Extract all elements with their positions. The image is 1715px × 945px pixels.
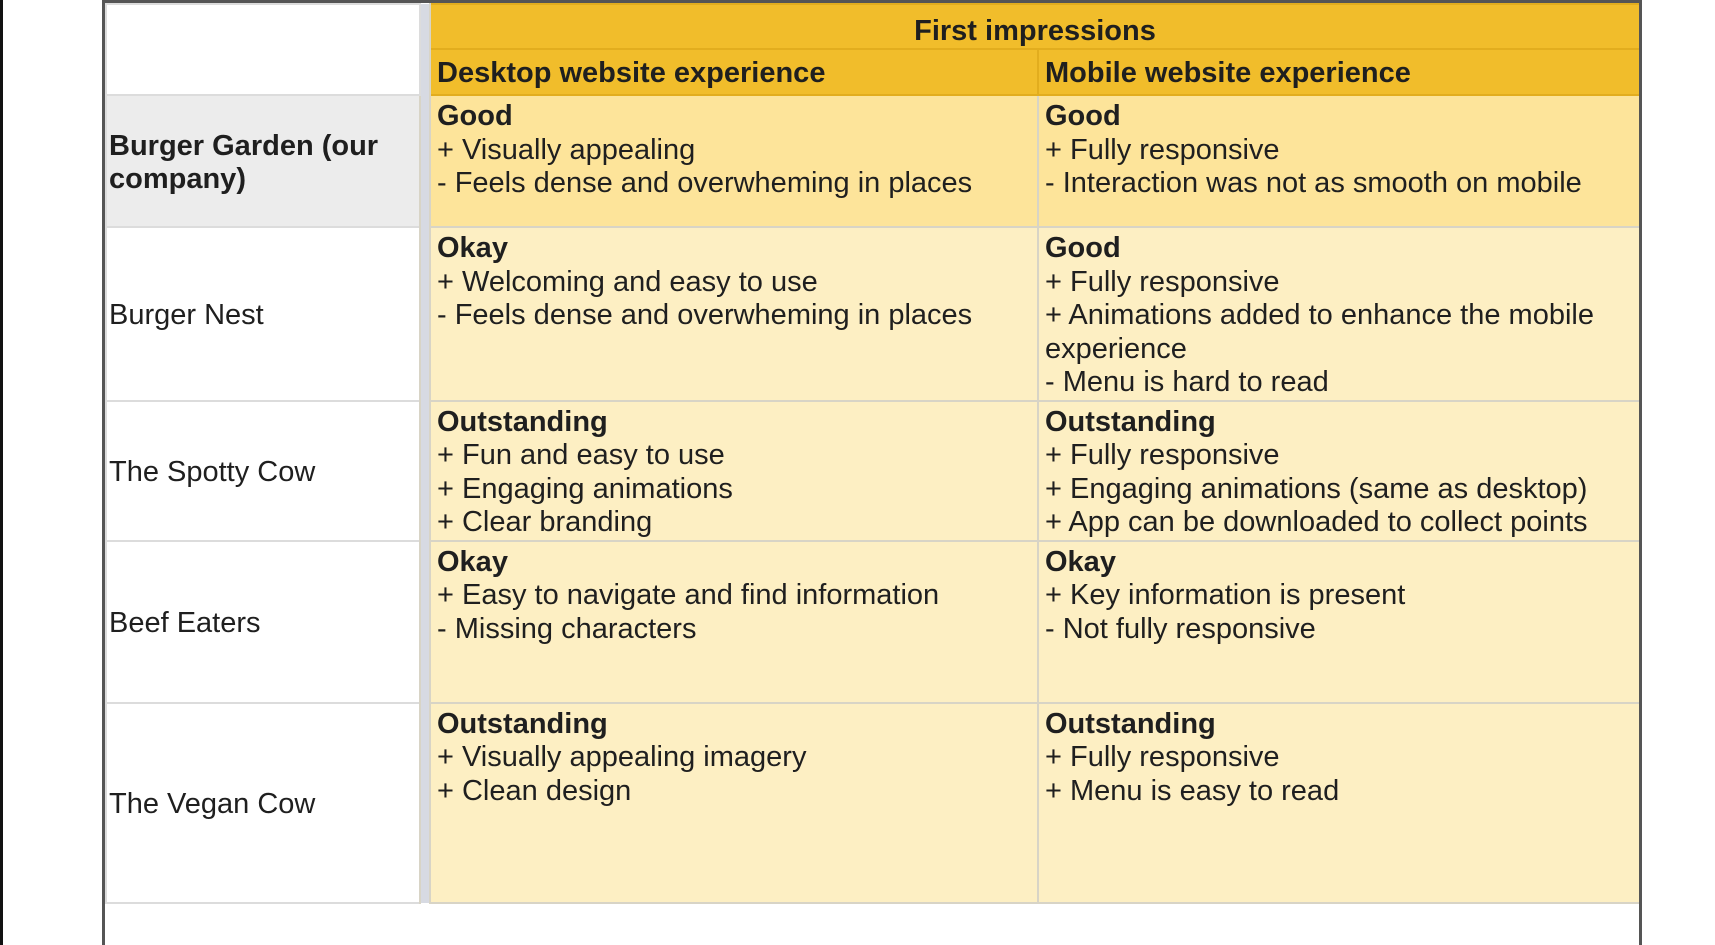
note-line: + Clear branding bbox=[437, 506, 653, 538]
mobile-cell: Outstanding + Fully responsive + Menu is… bbox=[1037, 701, 1639, 904]
note-line: + Menu is easy to read bbox=[1045, 774, 1340, 807]
frozen-column-divider[interactable] bbox=[419, 4, 431, 903]
note-line: - Feels dense and overwheming in places bbox=[437, 167, 973, 199]
note-line: - Not fully responsive bbox=[1045, 612, 1316, 645]
note-line: + Fully responsive bbox=[1045, 439, 1280, 471]
mobile-cell: Good + Fully responsive - Interaction wa… bbox=[1037, 94, 1639, 228]
rating-label: Okay bbox=[437, 545, 508, 578]
note-line: + Clean design bbox=[437, 774, 632, 807]
company-name-cell: The Spotty Cow bbox=[105, 399, 421, 542]
desktop-cell: Good + Visually appealing - Feels dense … bbox=[429, 94, 1039, 228]
table-row: The Vegan Cow Outstanding + Visually app… bbox=[105, 701, 1639, 904]
mobile-cell: Okay + Key information is present - Not … bbox=[1037, 539, 1639, 704]
note-line: - Menu is hard to read bbox=[1045, 366, 1329, 398]
note-line: + Key information is present bbox=[1045, 579, 1406, 611]
note-line: + App can be downloaded to collect point… bbox=[1045, 506, 1588, 538]
rating-label: Okay bbox=[1045, 545, 1116, 578]
note-line: + Welcoming and easy to use bbox=[437, 265, 818, 298]
note-line: - Interaction was not as smooth on mobil… bbox=[1045, 167, 1582, 199]
rating-label: Outstanding bbox=[1045, 405, 1216, 438]
rating-label: Outstanding bbox=[1045, 707, 1216, 740]
company-name-cell: Beef Eaters bbox=[105, 539, 421, 704]
header-row-top: First impressions bbox=[105, 3, 1639, 903]
mobile-column-header: Mobile website experience bbox=[1037, 48, 1639, 96]
table-row: Burger Nest Okay + Welcoming and easy to… bbox=[105, 226, 1639, 402]
note-line: + Engaging animations bbox=[437, 472, 733, 505]
rating-label: Good bbox=[437, 100, 513, 132]
table-row: The Spotty Cow Outstanding + Fun and eas… bbox=[105, 399, 1639, 542]
note-line: + Fully responsive bbox=[1045, 133, 1280, 166]
company-name-cell: The Vegan Cow bbox=[105, 701, 421, 904]
mobile-cell: Outstanding + Fully responsive + Engagin… bbox=[1037, 399, 1639, 542]
rating-label: Good bbox=[1045, 232, 1121, 264]
note-line: + Fully responsive bbox=[1045, 741, 1280, 773]
desktop-column-header: Desktop website experience bbox=[429, 48, 1039, 96]
mobile-cell: Good + Fully responsive + Animations add… bbox=[1037, 226, 1639, 402]
left-border bbox=[0, 0, 3, 945]
first-impressions-header: First impressions bbox=[429, 3, 1639, 50]
note-line: + Visually appealing bbox=[437, 133, 696, 166]
desktop-cell: Outstanding + Visually appealing imagery… bbox=[429, 701, 1039, 904]
note-line: + Animations added to enhance the mobile… bbox=[1045, 299, 1594, 365]
note-line: + Visually appealing imagery bbox=[437, 741, 807, 773]
table-row: Burger Garden (our company) Good + Visua… bbox=[105, 94, 1639, 228]
company-name-cell: Burger Garden (our company) bbox=[105, 94, 421, 228]
desktop-cell: Outstanding + Fun and easy to use + Enga… bbox=[429, 399, 1039, 542]
note-line: + Fully responsive bbox=[1045, 265, 1280, 298]
rating-label: Okay bbox=[437, 232, 508, 264]
rating-label: Good bbox=[1045, 100, 1121, 132]
note-line: - Missing characters bbox=[437, 612, 697, 645]
desktop-cell: Okay + Easy to navigate and find informa… bbox=[429, 539, 1039, 704]
note-line: + Fun and easy to use bbox=[437, 439, 725, 471]
first-impressions-table: First impressions Desktop website experi… bbox=[105, 3, 1639, 904]
note-line: - Feels dense and overwheming in places bbox=[437, 299, 973, 331]
corner-cell bbox=[105, 3, 421, 96]
rating-label: Outstanding bbox=[437, 707, 608, 740]
rating-label: Outstanding bbox=[437, 405, 608, 438]
desktop-cell: Okay + Welcoming and easy to use - Feels… bbox=[429, 226, 1039, 402]
company-name-cell: Burger Nest bbox=[105, 226, 421, 402]
table-row: Beef Eaters Okay + Easy to navigate and … bbox=[105, 539, 1639, 704]
comparison-table-container: First impressions Desktop website experi… bbox=[102, 0, 1642, 945]
note-line: + Easy to navigate and find information bbox=[437, 579, 940, 611]
note-line: + Engaging animations (same as desktop) bbox=[1045, 472, 1588, 505]
